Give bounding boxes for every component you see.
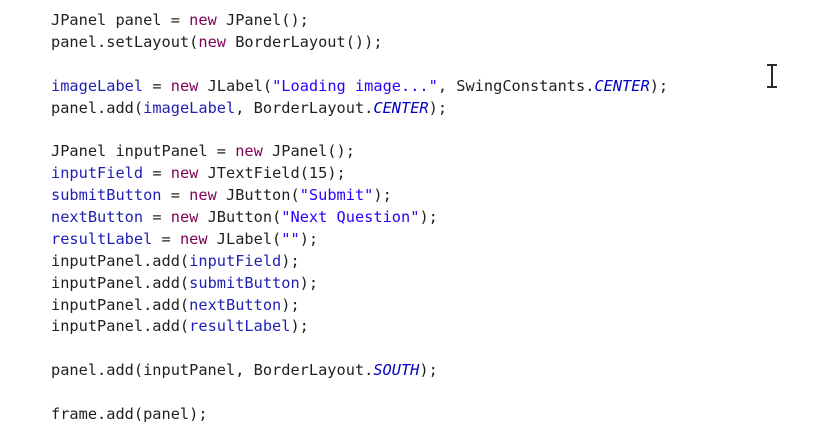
code-token: CENTER <box>594 76 650 95</box>
code-token: "Loading image..." <box>272 76 438 95</box>
text-cursor-icon <box>767 64 777 88</box>
code-token: BorderLayout()); <box>226 32 383 51</box>
code-token: inputPanel.add( <box>51 273 190 292</box>
code-token: new <box>198 32 226 51</box>
code-token: new <box>179 229 208 248</box>
code-token: JPanel inputPanel = <box>51 142 236 161</box>
code-token: ); <box>299 273 319 292</box>
code-line[interactable]: ​ <box>51 338 668 360</box>
code-token: nextButton <box>189 295 282 314</box>
code-line[interactable]: inputPanel.add(nextButton); <box>51 295 668 317</box>
code-token: = <box>161 186 190 205</box>
code-token: ); <box>649 76 669 95</box>
code-token: ); <box>290 317 309 336</box>
code-token: "" <box>281 229 300 248</box>
code-token: = <box>152 229 180 248</box>
code-line[interactable]: imageLabel = new JLabel("Loading image..… <box>51 76 668 98</box>
code-editor[interactable]: JPanel panel = new JPanel(); panel.setLay… <box>0 0 825 436</box>
code-token: SOUTH <box>373 361 420 380</box>
code-token: new <box>170 164 199 183</box>
code-token: imageLabel <box>143 98 236 117</box>
code-token: ); <box>299 229 319 248</box>
code-token: frame.add(panel); <box>51 405 208 424</box>
code-token: submitButton <box>189 273 300 292</box>
code-line[interactable]: nextButton = new JButton("Next Question"… <box>51 207 668 229</box>
code-token: new <box>235 142 263 161</box>
code-token: panel.add(inputPanel, BorderLayout. <box>51 361 374 380</box>
code-token: = <box>143 164 171 183</box>
code-token: ); <box>419 208 438 227</box>
code-token: inputPanel.add( <box>51 251 190 270</box>
code-line[interactable]: panel.setLayout(new BorderLayout()); <box>51 32 668 54</box>
code-token: JLabel( <box>198 76 273 95</box>
code-token: ); <box>373 186 392 205</box>
code-token: JButton( <box>198 208 282 227</box>
code-token: = <box>143 208 171 227</box>
code-token: inputPanel.add( <box>51 317 190 336</box>
code-line[interactable]: frame.add(panel); <box>51 404 668 426</box>
code-token: CENTER <box>373 98 429 117</box>
code-token: "Next Question" <box>281 208 420 227</box>
code-token: nextButton <box>51 208 144 227</box>
code-block[interactable]: JPanel panel = new JPanel(); panel.setLay… <box>51 10 668 426</box>
code-line[interactable]: panel.add(imageLabel, BorderLayout.CENTE… <box>51 98 668 120</box>
code-token: , BorderLayout. <box>235 98 374 117</box>
code-token: JPanel panel = <box>51 11 190 29</box>
code-token: ); <box>428 98 448 117</box>
code-token: JButton( <box>216 186 300 205</box>
code-token: new <box>170 208 199 227</box>
code-token: JPanel(); <box>262 142 355 161</box>
code-line[interactable]: submitButton = new JButton("Submit"); <box>51 185 668 207</box>
code-token: resultLabel <box>51 229 153 248</box>
code-line[interactable]: inputPanel.add(submitButton); <box>51 273 668 295</box>
code-line[interactable]: inputPanel.add(inputField); <box>51 251 668 273</box>
code-line[interactable]: JPanel panel = new JPanel(); <box>51 10 668 32</box>
code-token: inputField <box>51 164 144 183</box>
code-token: submitButton <box>51 186 162 205</box>
code-token: JTextField(15); <box>198 164 346 183</box>
code-line[interactable]: inputPanel.add(resultLabel); <box>51 316 668 338</box>
code-line[interactable]: JPanel inputPanel = new JPanel(); <box>51 141 668 163</box>
code-token: inputPanel.add( <box>51 295 190 314</box>
code-line[interactable]: ​ <box>51 382 668 404</box>
code-token: panel.add( <box>51 98 144 117</box>
code-token: imageLabel <box>51 76 144 95</box>
code-token: resultLabel <box>189 317 291 336</box>
code-token: JPanel(); <box>216 11 309 29</box>
code-token: inputField <box>189 251 282 270</box>
code-token: new <box>189 186 217 205</box>
code-line[interactable]: resultLabel = new JLabel(""); <box>51 229 668 251</box>
code-token: JLabel( <box>207 229 282 248</box>
code-token: "Submit" <box>299 186 374 205</box>
code-token: = <box>143 76 171 95</box>
code-line[interactable]: ​ <box>51 54 668 76</box>
code-token: new <box>170 76 199 95</box>
code-token: ); <box>281 295 300 314</box>
code-token: new <box>189 11 217 29</box>
code-line[interactable]: inputField = new JTextField(15); <box>51 163 668 185</box>
code-token: , SwingConstants. <box>437 76 595 95</box>
code-token: ); <box>281 251 300 270</box>
code-line[interactable]: panel.add(inputPanel, BorderLayout.SOUTH… <box>51 360 668 382</box>
code-token: panel.setLayout( <box>51 32 199 51</box>
code-token: ); <box>419 361 438 380</box>
code-line[interactable]: ​ <box>51 119 668 141</box>
